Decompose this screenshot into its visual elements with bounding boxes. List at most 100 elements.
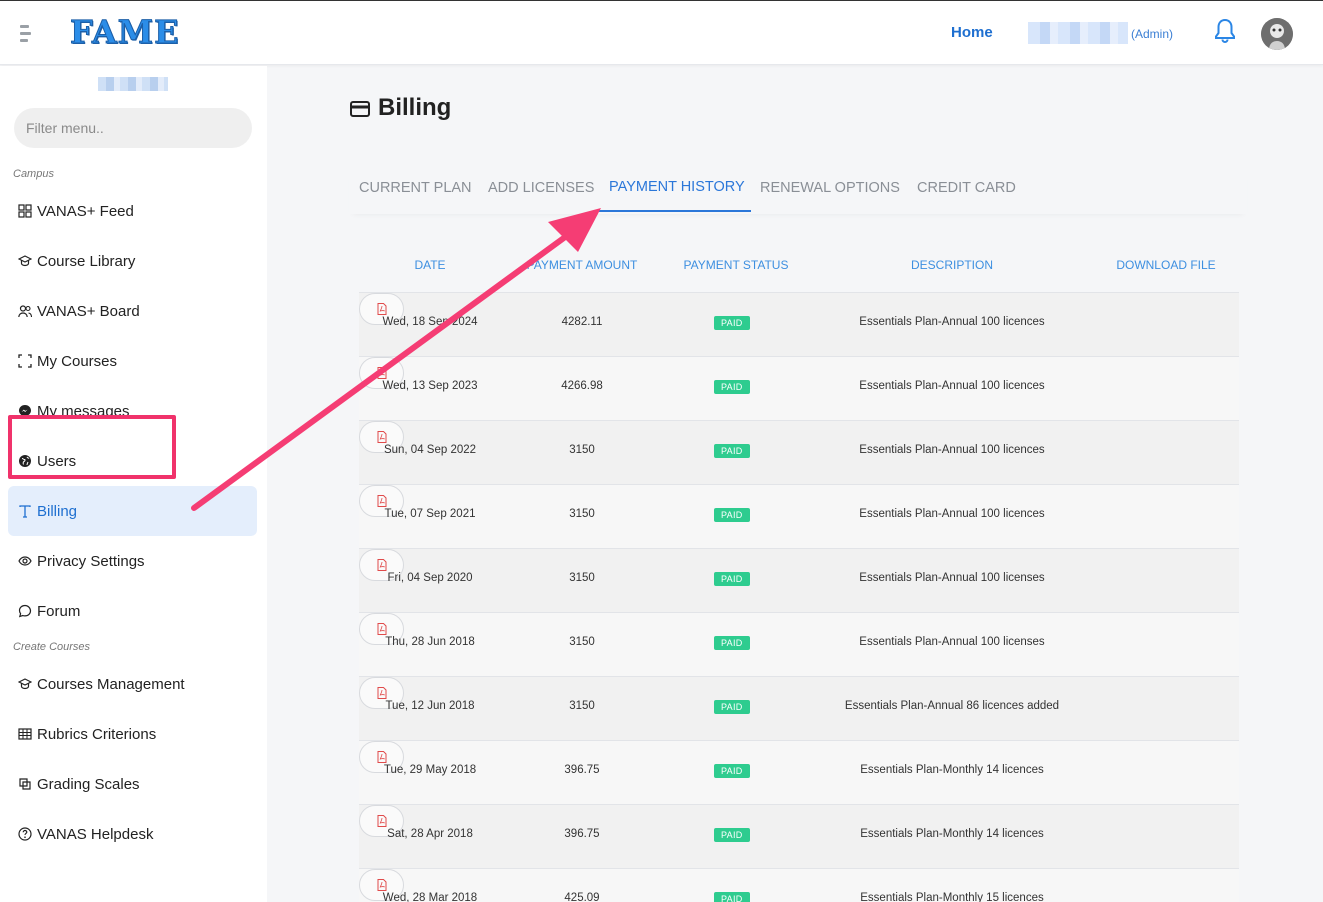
sidebar-item-label: Grading Scales xyxy=(37,775,140,793)
sidebar-item-label: My Courses xyxy=(37,352,118,370)
column-header-payment-amount: PAYMENT AMOUNT xyxy=(526,258,638,272)
tab-add-licenses[interactable]: ADD LICENSES xyxy=(488,180,594,196)
row-date: Sun, 04 Sep 2022 xyxy=(383,444,477,456)
annotation-highlight-box xyxy=(8,415,176,479)
avatar[interactable] xyxy=(1261,18,1293,50)
top-bar: FAME Home (Admin) xyxy=(0,0,1323,65)
table-row: Wed, 13 Sep 2023 4266.98 PAID Essentials… xyxy=(359,356,1239,420)
table-row: Tue, 12 Jun 2018 3150 PAID Essentials Pl… xyxy=(359,676,1239,740)
table-row: Sun, 04 Sep 2022 3150 PAID Essentials Pl… xyxy=(359,420,1239,484)
status-badge: PAID xyxy=(714,508,750,522)
row-date: Tue, 12 Jun 2018 xyxy=(385,700,475,712)
sidebar-item-rubrics-criterions[interactable]: Rubrics Criterions xyxy=(17,723,156,745)
table-icon xyxy=(17,726,33,742)
status-badge: PAID xyxy=(714,380,750,394)
sidebar-item-label: VANAS Helpdesk xyxy=(37,825,154,843)
table-row: Tue, 07 Sep 2021 3150 PAID Essentials Pl… xyxy=(359,484,1239,548)
app-logo[interactable]: FAME xyxy=(69,13,179,52)
sidebar-item-courses-management[interactable]: Courses Management xyxy=(17,673,185,695)
row-amount: 4282.11 xyxy=(561,316,603,328)
expand-icon xyxy=(17,353,33,369)
sidebar-item-label: VANAS+ Board xyxy=(37,302,140,320)
billing-tabs: CURRENT PLAN ADD LICENSES PAYMENT HISTOR… xyxy=(349,170,1247,214)
sidebar-item-label: Rubrics Criterions xyxy=(37,725,157,743)
sidebar-item-label: Courses Management xyxy=(37,675,185,693)
home-link[interactable]: Home xyxy=(951,24,993,41)
pdf-file-icon xyxy=(377,303,386,315)
scale-icon xyxy=(17,776,33,792)
chat-bubble-icon xyxy=(17,603,33,619)
tab-payment-history[interactable]: PAYMENT HISTORY xyxy=(609,179,745,195)
sidebar-item-my-courses[interactable]: My Courses xyxy=(17,350,117,372)
users-icon xyxy=(17,303,33,319)
sidebar-item-label: Course Library xyxy=(37,252,136,270)
page-title-text: Billing xyxy=(378,94,452,121)
row-date: Sat, 28 Apr 2018 xyxy=(387,828,473,840)
row-amount: 396.75 xyxy=(564,828,600,840)
eye-icon xyxy=(17,553,33,569)
row-description: Essentials Plan-Monthly 15 licences xyxy=(860,892,1044,902)
row-amount: 396.75 xyxy=(564,764,600,776)
row-description: Essentials Plan-Annual 100 licences xyxy=(859,316,1045,328)
column-header-description: DESCRIPTION xyxy=(910,258,993,272)
role-label: (Admin) xyxy=(1131,27,1174,41)
pdf-file-icon xyxy=(377,687,386,699)
sidebar-item-privacy-settings[interactable]: Privacy Settings xyxy=(17,550,145,572)
sidebar-item-vanas-board[interactable]: VANAS+ Board xyxy=(17,300,140,322)
status-badge: PAID xyxy=(714,700,750,714)
status-badge: PAID xyxy=(714,444,750,458)
active-tab-indicator xyxy=(599,210,751,212)
user-name-blurred[interactable] xyxy=(1028,22,1128,44)
menu-toggle-icon[interactable] xyxy=(20,25,32,45)
grid-icon xyxy=(17,203,33,219)
status-badge: PAID xyxy=(714,636,750,650)
row-date: Tue, 07 Sep 2021 xyxy=(384,508,476,520)
column-header-date: DATE xyxy=(414,258,446,272)
table-row: Fri, 04 Sep 2020 3150 PAID Essentials Pl… xyxy=(359,548,1239,612)
row-date: Wed, 18 Sep 2024 xyxy=(382,316,478,328)
sidebar-item-billing[interactable]: Billing xyxy=(17,500,77,522)
sidebar-item-vanas-feed[interactable]: VANAS+ Feed xyxy=(17,200,134,222)
sidebar-item-label: Privacy Settings xyxy=(37,552,145,570)
graduation-cap-icon xyxy=(17,676,33,692)
row-date: Tue, 29 May 2018 xyxy=(383,764,477,776)
column-header-download-file: DOWNLOAD FILE xyxy=(1116,258,1216,272)
credit-card-icon xyxy=(350,98,370,118)
sidebar-item-label: Forum xyxy=(37,602,81,620)
row-description: Essentials Plan-Annual 100 licences xyxy=(859,444,1045,456)
status-badge: PAID xyxy=(714,572,750,586)
page-title: Billing xyxy=(350,94,451,122)
table-row: Thu, 28 Jun 2018 3150 PAID Essentials Pl… xyxy=(359,612,1239,676)
pdf-file-icon xyxy=(377,879,386,891)
help-circle-icon xyxy=(17,826,33,842)
filter-menu-input[interactable] xyxy=(14,108,252,148)
pdf-file-icon xyxy=(377,815,386,827)
pdf-file-icon xyxy=(377,367,386,379)
tab-current-plan[interactable]: CURRENT PLAN xyxy=(359,180,472,196)
status-badge: PAID xyxy=(714,316,750,330)
row-amount: 3150 xyxy=(569,572,595,584)
row-amount: 425.09 xyxy=(564,892,600,902)
sidebar-item-vanas-helpdesk[interactable]: VANAS Helpdesk xyxy=(17,823,153,845)
row-description: Essentials Plan-Annual 100 licenses xyxy=(859,572,1045,584)
bell-icon[interactable] xyxy=(1213,18,1237,44)
table-row: Wed, 18 Sep 2024 4282.11 PAID Essentials… xyxy=(359,292,1239,356)
row-date: Thu, 28 Jun 2018 xyxy=(385,636,475,648)
sidebar-item-course-library[interactable]: Course Library xyxy=(17,250,135,272)
row-description: Essentials Plan-Annual 100 licences xyxy=(859,380,1045,392)
tab-renewal-options[interactable]: RENEWAL OPTIONS xyxy=(760,180,900,196)
row-date: Wed, 28 Mar 2018 xyxy=(382,892,478,902)
sidebar-item-grading-scales[interactable]: Grading Scales xyxy=(17,773,140,795)
row-description: Essentials Plan-Annual 100 licenses xyxy=(859,636,1045,648)
pdf-file-icon xyxy=(377,623,386,635)
sidebar-item-label: Billing xyxy=(37,502,78,520)
row-date: Fri, 04 Sep 2020 xyxy=(387,572,473,584)
text-t-icon xyxy=(17,503,33,519)
sidebar-item-label: VANAS+ Feed xyxy=(37,202,134,220)
tab-credit-card[interactable]: CREDIT CARD xyxy=(917,180,1016,196)
sidebar-item-forum[interactable]: Forum xyxy=(17,600,80,622)
row-description: Essentials Plan-Annual 86 licences added xyxy=(844,700,1060,712)
pdf-file-icon xyxy=(377,559,386,571)
status-badge: PAID xyxy=(714,892,750,902)
row-amount: 3150 xyxy=(569,508,595,520)
